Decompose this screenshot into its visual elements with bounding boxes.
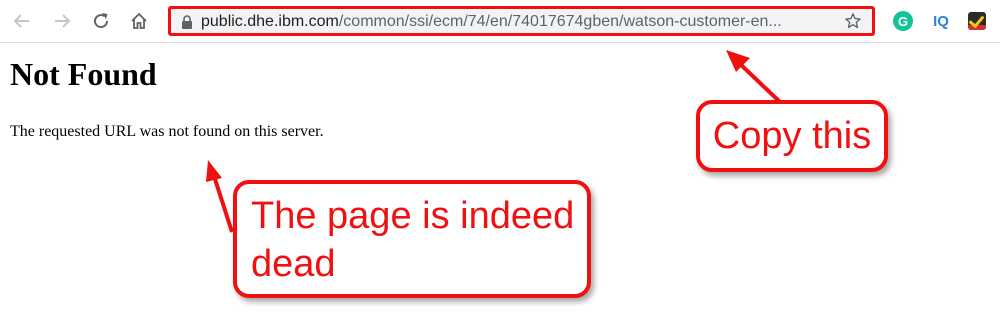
error-message: The requested URL was not found on this … — [10, 123, 324, 140]
back-button[interactable] — [10, 9, 34, 33]
grammarly-extension-button[interactable]: G — [890, 8, 916, 34]
iq-extension-button[interactable]: IQ — [928, 8, 954, 34]
reload-button[interactable] — [89, 9, 113, 33]
forward-button[interactable] — [50, 9, 74, 33]
grammarly-icon: G — [893, 11, 913, 31]
checklist-extension-button[interactable] — [964, 8, 990, 34]
home-icon — [131, 12, 147, 29]
url-text[interactable]: public.dhe.ibm.com/common/ssi/ecm/74/en/… — [201, 12, 831, 32]
lock-icon — [182, 15, 192, 29]
url-host: public.dhe.ibm.com — [201, 13, 339, 30]
checklist-icon — [968, 12, 986, 30]
bookmark-star-icon[interactable] — [844, 12, 862, 30]
arrow-to-address-bar — [726, 50, 782, 104]
page-dead-callout: The page is indeed dead — [233, 180, 591, 298]
arrow-to-message — [206, 160, 234, 233]
reload-icon — [94, 13, 109, 29]
page-title: Not Found — [10, 56, 157, 92]
url-path: /common/ssi/ecm/74/en/74017674gben/watso… — [338, 13, 782, 30]
address-bar[interactable]: public.dhe.ibm.com/common/ssi/ecm/74/en/… — [168, 6, 875, 36]
back-icon — [13, 14, 29, 28]
browser-toolbar: public.dhe.ibm.com/common/ssi/ecm/74/en/… — [0, 0, 1000, 43]
home-button[interactable] — [127, 9, 151, 33]
forward-icon — [55, 14, 71, 28]
copy-this-callout: Copy this — [696, 100, 888, 172]
